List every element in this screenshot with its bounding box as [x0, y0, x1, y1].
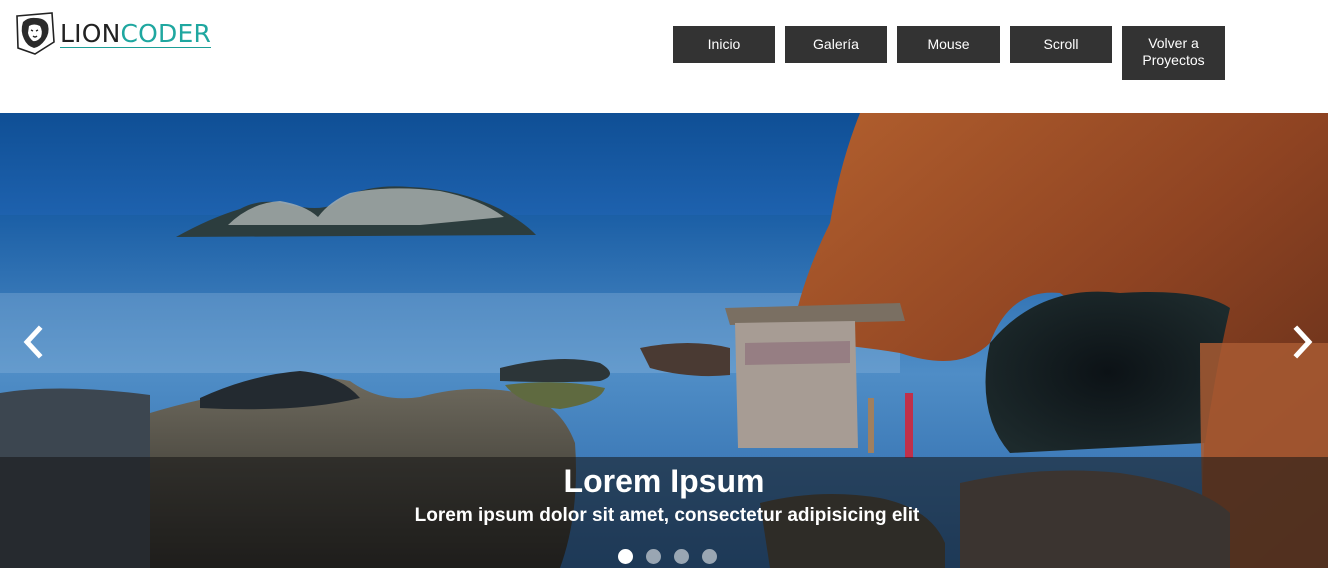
nav-mouse[interactable]: Mouse — [897, 26, 1000, 63]
nav-galeria[interactable]: Galería — [785, 26, 887, 63]
image-carousel: Lorem Ipsum Lorem ipsum dolor sit amet, … — [0, 113, 1328, 568]
slide-title: Lorem Ipsum — [563, 463, 765, 499]
carousel-indicator-2[interactable] — [646, 549, 661, 564]
nav-scroll[interactable]: Scroll — [1010, 26, 1112, 63]
carousel-indicator-4[interactable] — [702, 549, 717, 564]
main-nav: Inicio Galería Mouse Scroll Volver a Pro… — [0, 26, 1328, 86]
site-header: LIONCODER Inicio Galería Mouse Scroll Vo… — [0, 0, 1328, 113]
slide-caption: Lorem ipsum dolor sit amet, consectetur … — [414, 505, 920, 526]
carousel-indicator-1[interactable] — [618, 549, 633, 564]
nav-volver-proyectos[interactable]: Volver a Proyectos — [1122, 26, 1225, 80]
nav-inicio[interactable]: Inicio — [673, 26, 775, 63]
carousel-indicator-3[interactable] — [674, 549, 689, 564]
chevron-right-icon[interactable] — [1290, 325, 1316, 359]
chevron-left-icon[interactable] — [20, 325, 46, 359]
